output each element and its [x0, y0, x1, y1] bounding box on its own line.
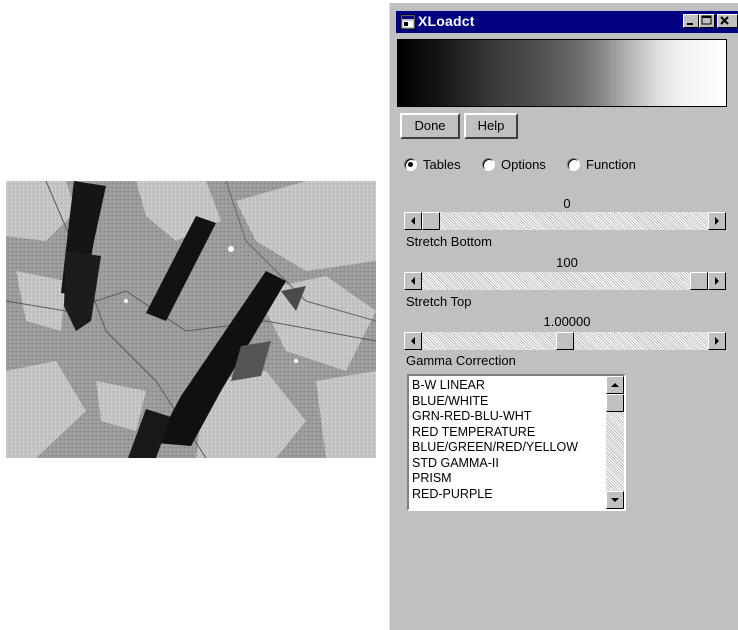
stretch-top-thumb[interactable]	[690, 272, 708, 290]
scroll-right-button[interactable]	[708, 332, 726, 350]
title-bar[interactable]: XLoadct	[396, 11, 738, 33]
close-button[interactable]	[717, 14, 738, 28]
scroll-right-button[interactable]	[708, 272, 726, 290]
radio-tables[interactable]	[404, 158, 417, 171]
scroll-left-button[interactable]	[404, 332, 422, 350]
list-item[interactable]: BLUE/GREEN/RED/YELLOW	[412, 440, 578, 456]
arrow-left-icon	[411, 277, 415, 285]
maximize-button[interactable]	[699, 14, 715, 28]
arrow-left-icon	[411, 217, 415, 225]
stretch-top-caption: Stretch Top	[406, 294, 472, 309]
gamma-slider[interactable]	[404, 332, 726, 350]
stretch-bottom-value: 0	[563, 196, 571, 211]
list-item[interactable]: RED TEMPERATURE	[412, 425, 578, 441]
scroll-right-button[interactable]	[708, 212, 726, 230]
stretch-bottom-slider[interactable]	[404, 212, 726, 230]
arrow-right-icon	[715, 277, 719, 285]
app-window-icon[interactable]	[400, 14, 416, 30]
arrow-down-icon	[611, 498, 619, 502]
list-item[interactable]: B-W LINEAR	[412, 378, 578, 394]
scroll-up-button[interactable]	[606, 376, 624, 394]
gamma-caption: Gamma Correction	[406, 353, 516, 368]
list-item[interactable]: GRN-RED-BLU-WHT	[412, 409, 578, 425]
scroll-left-button[interactable]	[404, 272, 422, 290]
minimize-icon	[687, 23, 693, 25]
stretch-bottom-thumb[interactable]	[422, 212, 440, 230]
scroll-down-button[interactable]	[606, 491, 624, 509]
list-item[interactable]: STD GAMMA-II	[412, 456, 578, 472]
done-button[interactable]: Done	[400, 113, 460, 139]
gamma-thumb[interactable]	[556, 332, 574, 350]
color-table-list[interactable]: B-W LINEAR BLUE/WHITE GRN-RED-BLU-WHT RE…	[407, 374, 626, 511]
stretch-top-value: 100	[556, 255, 578, 270]
micrograph-image	[6, 181, 376, 458]
window-title: XLoadct	[418, 13, 475, 29]
arrow-up-icon	[611, 383, 619, 387]
list-item[interactable]: RED-PURPLE	[412, 487, 578, 503]
color-table-items: B-W LINEAR BLUE/WHITE GRN-RED-BLU-WHT RE…	[412, 378, 578, 502]
radio-function-label[interactable]: Function	[586, 157, 636, 172]
maximize-icon	[701, 15, 712, 25]
gamma-value: 1.00000	[543, 314, 591, 329]
radio-options[interactable]	[482, 158, 495, 171]
list-item[interactable]: PRISM	[412, 471, 578, 487]
minimize-button[interactable]	[683, 14, 699, 28]
arrow-right-icon	[715, 337, 719, 345]
list-item[interactable]: BLUE/WHITE	[412, 394, 578, 410]
list-scroll-thumb[interactable]	[606, 394, 624, 412]
list-scrollbar[interactable]	[606, 376, 624, 509]
arrow-left-icon	[411, 337, 415, 345]
mode-radio-group: Tables Options Function	[404, 157, 734, 175]
radio-selected-dot	[408, 162, 413, 167]
scroll-left-button[interactable]	[404, 212, 422, 230]
radio-tables-label[interactable]: Tables	[423, 157, 461, 172]
radio-options-label[interactable]: Options	[501, 157, 546, 172]
help-button[interactable]: Help	[464, 113, 518, 139]
stretch-bottom-caption: Stretch Bottom	[406, 234, 492, 249]
radio-function[interactable]	[567, 158, 580, 171]
arrow-right-icon	[715, 217, 719, 225]
close-icon	[720, 16, 729, 25]
color-table-bar	[397, 39, 727, 107]
stretch-top-slider[interactable]	[404, 272, 726, 290]
